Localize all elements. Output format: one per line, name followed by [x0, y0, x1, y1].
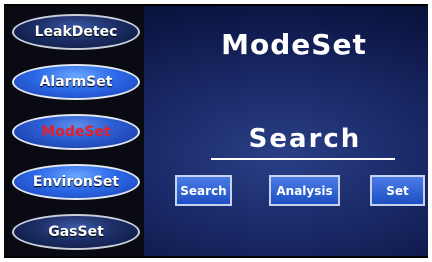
set-button[interactable]: Set — [370, 175, 425, 206]
search-button[interactable]: Search — [175, 175, 232, 206]
sidebar-item-label: ModeSet — [41, 124, 111, 140]
sidebar-item-modeset[interactable]: ModeSet — [12, 114, 140, 150]
sidebar-item-label: GasSet — [48, 224, 104, 240]
hmi-screen: LeakDetec AlarmSet ModeSet EnvironSet Ga… — [4, 4, 428, 258]
set-button-label: Set — [386, 183, 409, 198]
current-mode-label: Search — [248, 124, 362, 154]
sidebar-item-gasset[interactable]: GasSet — [12, 214, 140, 250]
sidebar-item-leakdetec[interactable]: LeakDetec — [12, 14, 140, 50]
sidebar-item-alarmset[interactable]: AlarmSet — [12, 64, 140, 100]
sidebar: LeakDetec AlarmSet ModeSet EnvironSet Ga… — [4, 6, 144, 256]
analysis-button[interactable]: Analysis — [269, 175, 340, 206]
mode-underline — [211, 158, 395, 160]
analysis-button-label: Analysis — [276, 183, 333, 198]
sidebar-item-label: LeakDetec — [34, 24, 118, 40]
search-button-label: Search — [180, 183, 227, 198]
sidebar-item-label: AlarmSet — [39, 74, 113, 90]
sidebar-item-label: EnvironSet — [32, 174, 120, 190]
page-title: ModeSet — [221, 28, 367, 61]
sidebar-item-environset[interactable]: EnvironSet — [12, 164, 140, 200]
